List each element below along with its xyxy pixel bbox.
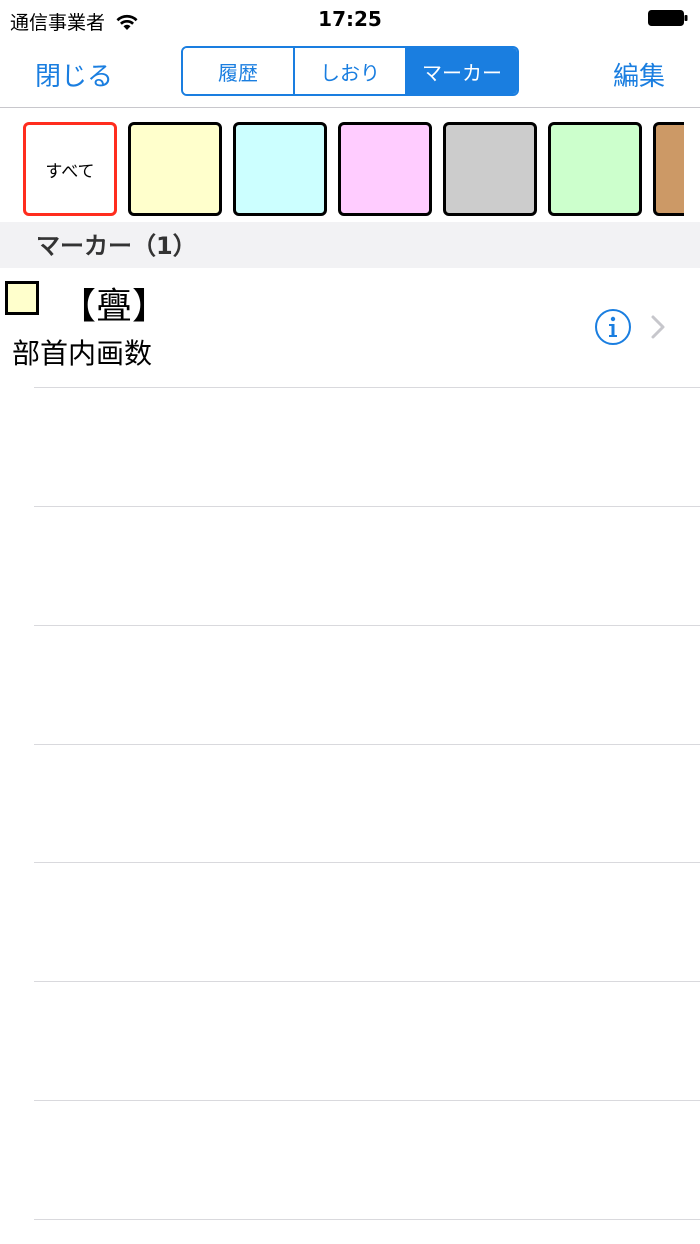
close-button[interactable]: 閉じる: [35, 56, 113, 93]
entry-title: 【亹】: [60, 286, 169, 327]
row-separator: [34, 625, 700, 626]
navigation-bar: 閉じる 履歴 しおり マーカー 編集: [0, 36, 700, 108]
filter-yellow-swatch[interactable]: [128, 122, 222, 216]
filter-gray-swatch[interactable]: [443, 122, 537, 216]
segment-history[interactable]: 履歴: [183, 48, 293, 94]
filter-pink-swatch[interactable]: [338, 122, 432, 216]
chevron-right-icon: [651, 315, 665, 339]
filter-all-label: すべて: [45, 161, 95, 182]
status-time: 17:25: [318, 7, 382, 31]
battery-icon: [648, 10, 688, 26]
info-icon[interactable]: [594, 308, 632, 346]
section-header: マーカー（1）: [0, 222, 700, 268]
filter-cyan-swatch[interactable]: [233, 122, 327, 216]
row-separator: [34, 1219, 700, 1220]
segment-markers[interactable]: マーカー: [405, 48, 517, 94]
row-separator: [34, 981, 700, 982]
row-separator: [34, 506, 700, 507]
row-separator: [34, 387, 700, 388]
status-bar: 通信事業者 17:25: [0, 0, 700, 36]
mode-segmented-control: 履歴 しおり マーカー: [181, 46, 519, 96]
marker-color-indicator: [5, 281, 39, 315]
filter-brown-swatch[interactable]: [653, 122, 684, 216]
segment-bookmarks[interactable]: しおり: [293, 48, 405, 94]
filter-green-swatch[interactable]: [548, 122, 642, 216]
entry-subtitle: 部首内画数: [12, 337, 153, 370]
row-separator: [34, 862, 700, 863]
row-separator: [34, 744, 700, 745]
marker-color-filter: すべて: [0, 108, 684, 222]
row-separator: [34, 1100, 700, 1101]
edit-button[interactable]: 編集: [613, 56, 665, 93]
filter-all-button[interactable]: すべて: [23, 122, 117, 216]
list-item[interactable]: 【亹】 部首内画数: [0, 268, 700, 387]
